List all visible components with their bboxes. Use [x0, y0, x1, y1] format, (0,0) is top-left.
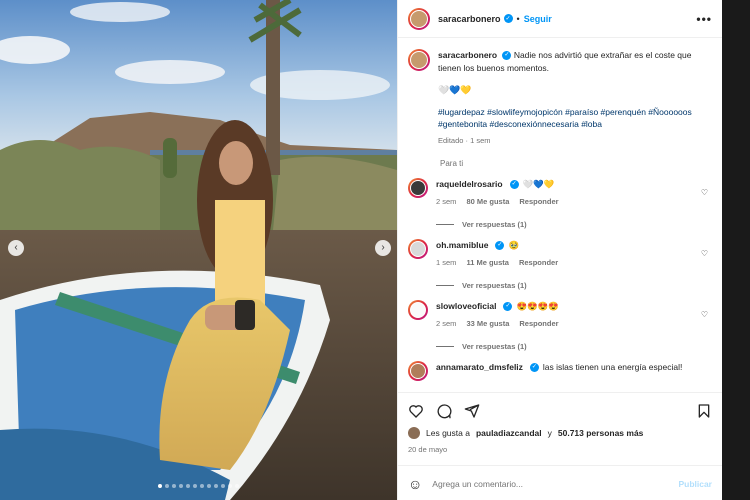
carousel-dot	[158, 484, 162, 488]
view-replies[interactable]: Ver respuestas (1)	[436, 281, 712, 290]
comment-time: 1 sem	[436, 258, 457, 267]
comments-scroll-area[interactable]: saracarbonero ✓ Nadie nos advirtió que e…	[398, 39, 722, 392]
caption-meta: Editado · 1 sem	[438, 136, 491, 145]
comment-item: raqueldelrosario ✓ 🤍💙💛 2 sem 80 Me gusta…	[408, 178, 712, 229]
comment-text: 🤍💙💛	[522, 179, 555, 189]
comment-input[interactable]	[432, 478, 669, 489]
caption-hashtags[interactable]: #lugardepaz #slowlifeymojopicón #paraíso…	[438, 106, 712, 130]
author-avatar[interactable]	[408, 7, 430, 30]
caption-emojis: 🤍💙💛	[438, 85, 472, 95]
comment-avatar[interactable]	[408, 239, 428, 259]
comment-time: 2 sem	[436, 319, 457, 328]
view-replies-label: Ver respuestas (1)	[462, 281, 527, 290]
comment-time: 2 sem	[436, 197, 457, 206]
verified-badge-icon: ✓	[509, 179, 519, 189]
reply-button[interactable]: Responder	[519, 197, 558, 206]
follow-button[interactable]: Seguir	[524, 14, 552, 24]
like-icon[interactable]	[408, 403, 424, 419]
comment-likes[interactable]: 11 Me gusta	[466, 258, 509, 267]
likes-count[interactable]: 50.713 personas más	[558, 428, 644, 438]
caption-text: saracarbonero ✓ Nadie nos advirtió que e…	[438, 49, 698, 75]
caption: saracarbonero ✓ Nadie nos advirtió que e…	[408, 49, 712, 145]
comment-username[interactable]: slowloveoficial	[436, 300, 496, 312]
carousel-dot	[186, 484, 190, 488]
likes-middle: y	[547, 428, 552, 438]
view-replies[interactable]: Ver respuestas (1)	[436, 220, 712, 229]
comment-item: oh.mamiblue ✓ 🥹 1 sem 11 Me gusta Respon…	[408, 239, 712, 290]
carousel-dot	[179, 484, 183, 488]
comment-likes[interactable]: 33 Me gusta	[466, 319, 509, 328]
view-replies-label: Ver respuestas (1)	[462, 220, 527, 229]
reply-button[interactable]: Responder	[519, 258, 558, 267]
publish-button[interactable]: Publicar	[678, 479, 712, 489]
view-replies-label: Ver respuestas (1)	[462, 342, 527, 351]
chevron-right-icon: ›	[381, 242, 385, 253]
previous-image-button[interactable]: ‹	[8, 240, 24, 256]
comment-icon[interactable]	[436, 403, 452, 419]
comment-username[interactable]: annamarato_dmsfeliz	[436, 361, 523, 373]
like-comment-icon[interactable]: ♡	[701, 310, 708, 319]
carousel-dot	[200, 484, 204, 488]
comment-avatar[interactable]	[408, 361, 428, 381]
view-replies[interactable]: Ver respuestas (1)	[436, 342, 712, 351]
comment-avatar[interactable]	[408, 300, 428, 320]
comment-avatar[interactable]	[408, 178, 428, 198]
emoji-icon[interactable]: ☺	[408, 476, 422, 492]
comment-username[interactable]: raqueldelrosario	[436, 178, 503, 190]
post-date: 20 de mayo	[408, 445, 448, 454]
post-dialog: ‹ › saracarbonero ✓ • Seguir ••• saracar…	[0, 0, 722, 500]
carousel-dot	[221, 484, 225, 488]
carousel-dot	[172, 484, 176, 488]
comment-text: 😍😍😍😍	[516, 301, 559, 311]
verified-badge-icon: ✓	[503, 14, 513, 23]
post-header: saracarbonero ✓ • Seguir •••	[398, 0, 722, 38]
comment-text: 🥹	[508, 240, 520, 250]
post-details-panel: saracarbonero ✓ • Seguir ••• saracarbone…	[397, 0, 722, 500]
verified-badge-icon: ✓	[502, 51, 512, 61]
verified-badge-icon: ✓	[495, 240, 505, 250]
carousel-dot	[228, 484, 232, 488]
more-options-icon[interactable]: •••	[696, 12, 712, 26]
caption-time: 1 sem	[470, 136, 491, 145]
carousel-dot	[193, 484, 197, 488]
edited-label: Editado	[438, 136, 464, 145]
share-icon[interactable]	[464, 403, 480, 419]
comment-username[interactable]: oh.mamiblue	[436, 239, 488, 251]
carousel-dot	[165, 484, 169, 488]
likes-prefix: Les gusta a	[426, 428, 470, 438]
author-username[interactable]: saracarbonero	[438, 14, 501, 24]
carousel-dot	[207, 484, 211, 488]
next-image-button[interactable]: ›	[375, 240, 391, 256]
comment-text: las islas tienen una energía especial!	[542, 362, 683, 372]
post-image[interactable]: ‹ ›	[0, 0, 397, 500]
comment-item: annamarato_dmsfeliz ✓ las islas tienen u…	[408, 361, 712, 381]
page-backdrop	[724, 0, 750, 500]
add-comment-row: ☺ Publicar	[398, 465, 722, 500]
like-comment-icon[interactable]: ♡	[701, 188, 708, 197]
comment-likes[interactable]: 80 Me gusta	[466, 197, 509, 206]
likes-summary: Les gusta a pauladiazcandal y 50.713 per…	[408, 427, 712, 439]
carousel-dot	[214, 484, 218, 488]
reply-button[interactable]: Responder	[519, 319, 558, 328]
verified-badge-icon: ✓	[529, 362, 539, 372]
caption-username[interactable]: saracarbonero	[438, 50, 497, 60]
verified-badge-icon: ✓	[503, 301, 513, 311]
chevron-left-icon: ‹	[14, 242, 18, 253]
header-separator: •	[516, 13, 520, 24]
carousel-indicator	[0, 484, 397, 488]
like-comment-icon[interactable]: ♡	[701, 249, 708, 258]
carousel-dot	[235, 484, 239, 488]
liker-avatar[interactable]	[408, 427, 420, 439]
save-icon[interactable]	[696, 403, 712, 419]
liker-username[interactable]: pauladiazcandal	[476, 428, 542, 438]
comments-sort-label[interactable]: Para ti	[440, 159, 712, 168]
comment-item: slowloveoficial ✓ 😍😍😍😍 2 sem 33 Me gusta…	[408, 300, 712, 351]
post-actions: Les gusta a pauladiazcandal y 50.713 per…	[398, 392, 722, 500]
caption-avatar[interactable]	[408, 49, 430, 71]
